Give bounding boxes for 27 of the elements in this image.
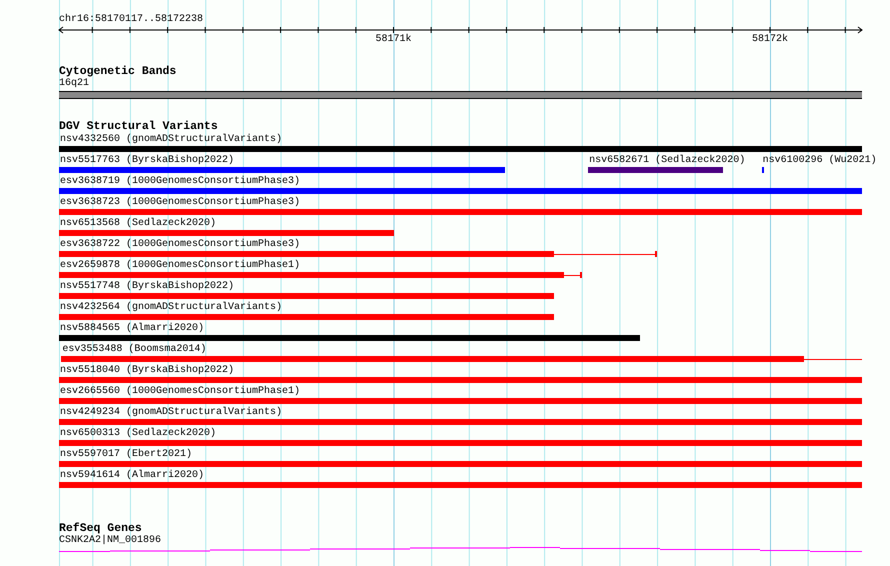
- band-label: 16q21: [59, 78, 90, 89]
- variant-label: esv3553488 (Boomsma2014): [62, 343, 206, 356]
- variant-label: nsv5597017 (Ebert2021): [60, 448, 192, 461]
- variant-label: nsv6100296 (Wu2021): [762, 154, 877, 167]
- variant-label: esv2665560 (1000GenomesConsortiumPhase1): [60, 385, 300, 398]
- track-title: RefSeq Genes: [59, 523, 142, 535]
- variant-label: esv2659878 (1000GenomesConsortiumPhase1): [60, 259, 300, 272]
- variant-label: nsv4232564 (gnomADStructuralVariants): [60, 301, 282, 314]
- track-title: Cytogenetic Bands: [59, 66, 176, 78]
- variant-label: nsv4332560 (gnomADStructuralVariants): [60, 133, 282, 146]
- variant-label: nsv6500313 (Sedlazeck2020): [60, 427, 216, 440]
- variant-label: nsv6582671 (Sedlazeck2020): [589, 154, 746, 167]
- variant-label: nsv4249234 (gnomADStructuralVariants): [60, 406, 282, 419]
- variant-label: nsv6513568 (Sedlazeck2020): [60, 217, 216, 230]
- ruler-tick-label: 58171k: [376, 34, 412, 46]
- variant-label: nsv5941614 (Almarri2020): [60, 469, 204, 482]
- variant-label: nsv5517763 (ByrskaBishop2022): [60, 154, 234, 167]
- position-label: chr16:58170117..58172238: [59, 14, 204, 26]
- variant-label: nsv5517748 (ByrskaBishop2022): [60, 280, 234, 293]
- variant-label: esv3638719 (1000GenomesConsortiumPhase3): [60, 175, 300, 188]
- gene-label: CSNK2A2|NM_001896: [59, 535, 162, 546]
- variant-label: esv3638722 (1000GenomesConsortiumPhase3): [60, 238, 300, 251]
- variant-label: nsv5518040 (ByrskaBishop2022): [60, 364, 234, 377]
- track-title: DGV Structural Variants: [59, 121, 218, 133]
- variant-label: nsv5884565 (Almarri2020): [60, 322, 204, 335]
- variant-label: esv3638723 (1000GenomesConsortiumPhase3): [60, 196, 300, 209]
- ruler-tick-label: 58172k: [752, 34, 788, 46]
